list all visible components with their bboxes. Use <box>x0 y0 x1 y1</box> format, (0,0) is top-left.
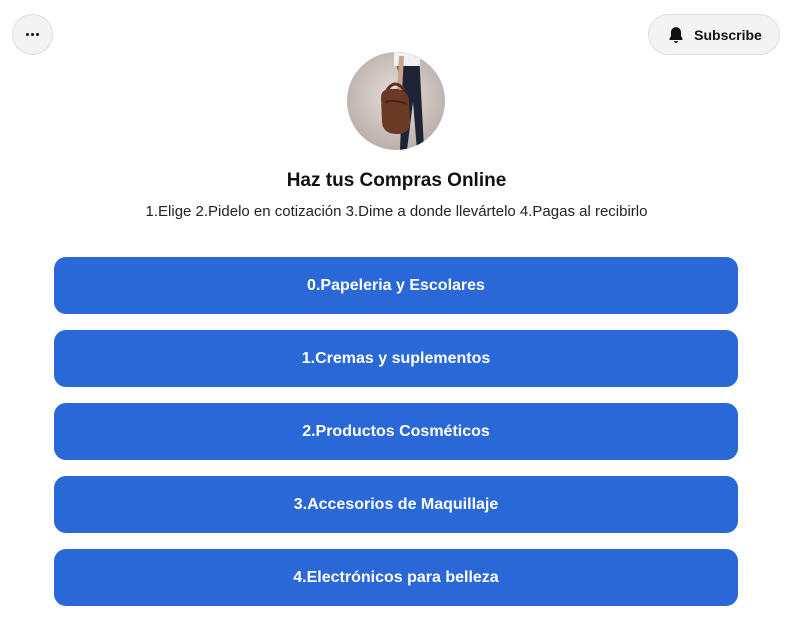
subscribe-button[interactable]: Subscribe <box>648 14 780 55</box>
link-button-cosmeticos[interactable]: 2.Productos Cosméticos <box>54 403 738 460</box>
profile-avatar <box>347 52 445 150</box>
page-description: 1.Elige 2.Pidelo en cotización 3.Dime a … <box>145 203 648 220</box>
link-button-cremas[interactable]: 1.Cremas y suplementos <box>54 330 738 387</box>
link-button-papeleria[interactable]: 0.Papeleria y Escolares <box>54 257 738 314</box>
page-title: Haz tus Compras Online <box>286 170 507 191</box>
subscribe-label: Subscribe <box>694 26 762 43</box>
bell-icon <box>666 25 686 45</box>
more-horizontal-icon <box>26 33 39 36</box>
more-options-button[interactable] <box>12 14 53 55</box>
link-button-electronicos[interactable]: 4.Electrónicos para belleza <box>54 549 738 606</box>
link-button-maquillaje[interactable]: 3.Accesorios de Maquillaje <box>54 476 738 533</box>
link-list: 0.Papeleria y Escolares 1.Cremas y suple… <box>54 257 738 620</box>
link-in-bio-page: Subscribe Haz tus Compras Online 1.Elige… <box>0 0 803 620</box>
